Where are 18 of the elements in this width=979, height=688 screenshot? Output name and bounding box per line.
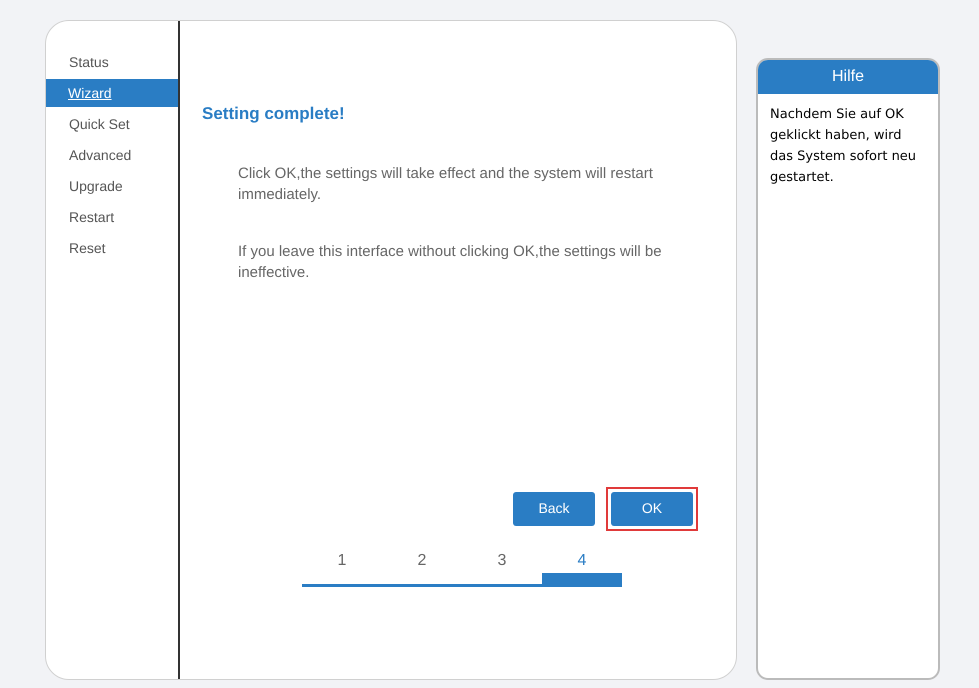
sidebar-item[interactable]: Restart [46,203,178,231]
step-label: 4 [578,550,586,570]
sidebar-item[interactable]: Status [46,48,178,76]
heading: Setting complete! [202,103,346,125]
sidebar-item[interactable]: Wizard [46,79,178,107]
sidebar-item[interactable]: Quick Set [46,110,178,138]
help-text: Nachdem Sie auf OK geklickt haben, wird das System sofort neu gestartet. [769,106,918,187]
step-label: 2 [418,550,426,570]
message-text: If you leave this interface without clicking OK,the settings will be ineffective. [238,242,663,282]
ok-button[interactable]: OK [611,492,693,526]
sidebar-item[interactable]: Upgrade [46,172,178,200]
help-title: Hilfe [758,60,938,94]
sidebar-item[interactable]: Advanced [46,141,178,169]
message-text: Click OK,the settings will take effect and the system will restart immediately. [238,164,654,204]
step-label: 1 [338,550,346,570]
sidebar-item[interactable]: Reset [46,234,178,262]
step-label: 3 [498,550,506,570]
back-button[interactable]: Back [513,492,595,526]
